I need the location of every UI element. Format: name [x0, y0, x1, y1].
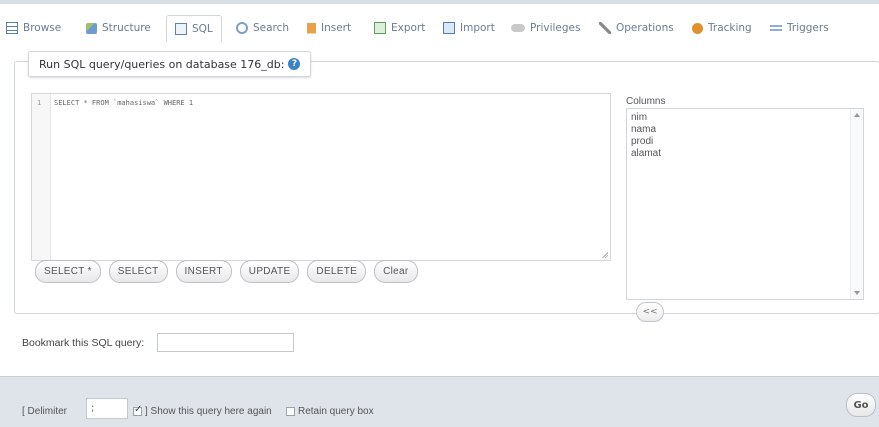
export-icon [374, 22, 386, 34]
insert-icon [307, 22, 316, 34]
query-legend-text: Run SQL query/queries on database 176_db… [39, 57, 285, 71]
show-query-checkbox[interactable]: ✓ [133, 404, 142, 416]
column-option[interactable]: alamat [631, 148, 661, 159]
column-option[interactable]: prodi [631, 136, 653, 147]
sql-code[interactable]: SELECT * FROM `mahasiswa` WHERE 1 [54, 99, 193, 107]
columns-label: Columns [626, 96, 666, 107]
tab-structure[interactable]: Structure [86, 20, 151, 36]
tab-bar: Browse Structure SQL Search Insert Expor… [0, 4, 879, 48]
tab-label: Triggers [787, 22, 829, 34]
tab-import[interactable]: Import [443, 20, 495, 36]
tab-sql[interactable]: SQL [166, 15, 222, 42]
insert-button[interactable]: INSERT [175, 260, 232, 283]
retain-query-label: Retain query box [298, 406, 374, 417]
insert-column-button[interactable]: << [636, 302, 664, 322]
tab-label: Insert [321, 22, 352, 34]
line-gutter: 1 [32, 94, 51, 260]
retain-query-option: Retain query box [286, 406, 374, 417]
retain-query-checkbox[interactable] [286, 407, 295, 416]
bookmark-input[interactable] [157, 333, 294, 352]
footer-bar [0, 376, 879, 427]
tab-privileges[interactable]: Privileges [511, 20, 581, 36]
tab-label: Export [391, 22, 426, 34]
go-button[interactable]: Go [846, 393, 876, 417]
tab-label: Import [460, 22, 495, 34]
delete-button[interactable]: DELETE [307, 260, 367, 283]
tracking-icon [692, 22, 703, 34]
columns-list[interactable]: nim nama prodi alamat [626, 108, 864, 300]
sql-icon [175, 23, 187, 35]
privileges-icon [511, 24, 525, 32]
tab-label: Tracking [708, 22, 752, 34]
column-option[interactable]: nama [631, 124, 656, 135]
query-button-row: SELECT * SELECT INSERT UPDATE DELETE Cle… [35, 260, 418, 283]
tab-search[interactable]: Search [236, 20, 289, 36]
operations-icon [599, 22, 611, 34]
tab-label: Privileges [530, 22, 581, 34]
column-option[interactable]: nim [631, 112, 647, 123]
line-number: 1 [37, 99, 42, 107]
import-icon [443, 22, 455, 34]
query-legend: Run SQL query/queries on database 176_db… [28, 51, 312, 77]
tab-browse[interactable]: Browse [6, 20, 61, 36]
columns-scrollbar[interactable] [850, 109, 863, 299]
update-button[interactable]: UPDATE [239, 260, 300, 283]
tab-label: SQL [192, 23, 213, 35]
tab-tracking[interactable]: Tracking [692, 20, 752, 36]
show-query-label: ] Show this query here again [145, 406, 272, 417]
tab-label: Operations [616, 22, 674, 34]
scroll-up-icon[interactable] [854, 113, 860, 117]
tab-export[interactable]: Export [374, 20, 425, 36]
tab-label: Search [253, 22, 290, 34]
delimiter-input[interactable]: ; [86, 398, 128, 419]
tab-operations[interactable]: Operations [599, 20, 674, 36]
select-button[interactable]: SELECT [108, 260, 168, 283]
resize-handle-icon[interactable] [601, 251, 608, 258]
structure-icon [86, 22, 97, 34]
scroll-down-icon[interactable] [854, 291, 860, 295]
tab-label: Structure [102, 22, 151, 34]
help-icon[interactable]: ? [288, 58, 301, 70]
sql-editor[interactable]: 1 SELECT * FROM `mahasiswa` WHERE 1 [31, 93, 611, 261]
tab-triggers[interactable]: Triggers [770, 20, 829, 36]
tab-insert[interactable]: Insert [307, 20, 351, 36]
bookmark-label: Bookmark this SQL query: [22, 337, 145, 349]
table-grid-icon [6, 22, 18, 34]
tab-label: Browse [23, 22, 62, 34]
clear-button[interactable]: Clear [374, 260, 418, 283]
select-star-button[interactable]: SELECT * [35, 260, 101, 283]
delimiter-label: [ Delimiter [22, 406, 68, 417]
show-query-option: ✓ ] Show this query here again [133, 404, 272, 417]
search-icon [236, 22, 248, 34]
triggers-icon [770, 23, 782, 33]
